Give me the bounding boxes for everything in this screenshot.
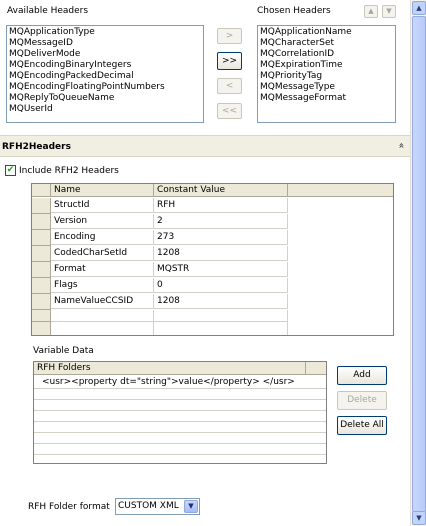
list-item[interactable]: MQExpirationTime: [260, 60, 393, 71]
list-item[interactable]: MQDeliverMode: [9, 49, 201, 60]
list-item[interactable]: MQMessageFormat: [260, 93, 393, 104]
include-rfh2-checkbox[interactable]: ✔: [5, 165, 16, 176]
include-rfh2-label: Include RFH2 Headers: [19, 166, 119, 176]
table-cell-value[interactable]: 1208: [154, 294, 288, 309]
table-cell-name[interactable]: Flags: [51, 278, 154, 293]
list-item[interactable]: MQMessageID: [9, 38, 201, 49]
move-up-icon[interactable]: ▲: [364, 5, 378, 18]
table-cell-name[interactable]: [51, 322, 154, 335]
chosen-headers-label: Chosen Headers: [257, 6, 331, 16]
table-cell-value[interactable]: 273: [154, 230, 288, 245]
available-headers-label: Available Headers: [7, 6, 89, 16]
rfh2-fields-table[interactable]: Name Constant Value StructId RFH Version…: [31, 183, 394, 336]
table-row[interactable]: [34, 389, 326, 400]
list-item[interactable]: MQReplyToQueueName: [9, 93, 201, 104]
list-item[interactable]: MQCharacterSet: [260, 38, 393, 49]
table-row[interactable]: [34, 455, 326, 463]
list-item[interactable]: MQUserId: [9, 104, 201, 115]
list-item[interactable]: MQPriorityTag: [260, 71, 393, 82]
move-down-icon[interactable]: ▼: [382, 5, 396, 18]
move-all-right-button[interactable]: >>: [217, 52, 242, 70]
rfh-folder-format-select[interactable]: CUSTOM XML ▼: [115, 498, 200, 515]
table-cell-name[interactable]: [51, 310, 154, 322]
column-header-filler: [288, 184, 393, 197]
table-row[interactable]: [34, 422, 326, 433]
row-header[interactable]: [32, 310, 51, 322]
section-title: RFH2Headers: [2, 142, 71, 152]
column-header-rfh-folders[interactable]: RFH Folders: [34, 362, 306, 375]
column-header-constant-value[interactable]: Constant Value: [154, 184, 288, 197]
table-cell-value[interactable]: 2: [154, 214, 288, 229]
table-cell-name[interactable]: Version: [51, 214, 154, 229]
variable-data-label: Variable Data: [33, 346, 94, 356]
chevron-double-up-icon[interactable]: «: [395, 142, 406, 148]
table-cell-name[interactable]: NameValueCCSID: [51, 294, 154, 309]
list-item[interactable]: MQApplicationName: [260, 27, 393, 38]
rfh-folder-format-value: CUSTOM XML: [118, 501, 179, 511]
column-header-filler: [306, 362, 326, 375]
move-left-button[interactable]: <: [217, 78, 242, 94]
vertical-scrollbar[interactable]: ▲ ▼: [410, 0, 426, 526]
column-header-name[interactable]: Name: [51, 184, 154, 197]
list-item[interactable]: MQEncodingPackedDecimal: [9, 71, 201, 82]
table-row[interactable]: [34, 444, 326, 455]
table-cell-value[interactable]: RFH: [154, 198, 288, 213]
row-header[interactable]: [32, 246, 51, 262]
table-row[interactable]: [34, 400, 326, 411]
scroll-down-icon[interactable]: ▼: [412, 511, 426, 525]
delete-button[interactable]: Delete: [337, 391, 387, 410]
table-cell-name[interactable]: StructId: [51, 198, 154, 213]
row-header[interactable]: [32, 230, 51, 246]
table-cell-value[interactable]: 1208: [154, 246, 288, 261]
row-header[interactable]: [32, 294, 51, 310]
chevron-down-icon[interactable]: ▼: [184, 500, 198, 513]
list-item[interactable]: MQCorrelationID: [260, 49, 393, 60]
table-cell-value[interactable]: MQSTR: [154, 262, 288, 277]
table-row[interactable]: <usr><property dt="string">value</proper…: [34, 376, 326, 389]
list-item[interactable]: MQMessageType: [260, 82, 393, 93]
rfh-folders-table[interactable]: RFH Folders <usr><property dt="string">v…: [33, 361, 327, 464]
table-row[interactable]: [34, 433, 326, 444]
chosen-headers-list[interactable]: MQApplicationName MQCharacterSet MQCorre…: [257, 25, 396, 123]
row-header[interactable]: [32, 214, 51, 230]
row-header[interactable]: [32, 198, 51, 214]
scrollbar-thumb[interactable]: [412, 16, 426, 512]
table-cell-value[interactable]: 0: [154, 278, 288, 293]
add-button[interactable]: Add: [337, 366, 387, 385]
row-header[interactable]: [32, 262, 51, 278]
available-headers-list[interactable]: MQApplicationType MQMessageID MQDeliverM…: [6, 25, 204, 123]
list-item[interactable]: MQEncodingBinaryIntegers: [9, 60, 201, 71]
table-cell-name[interactable]: CodedCharSetId: [51, 246, 154, 261]
rfh-folder-format-label: RFH Folder format: [28, 502, 110, 512]
rfh2-section-header[interactable]: RFH2Headers «: [0, 135, 410, 157]
table-cell-value[interactable]: [154, 310, 288, 322]
table-cell-name[interactable]: Encoding: [51, 230, 154, 245]
list-item[interactable]: MQEncodingFloatingPointNumbers: [9, 82, 201, 93]
table-cell-value[interactable]: [154, 322, 288, 335]
move-right-button[interactable]: >: [217, 28, 242, 44]
row-header[interactable]: [32, 322, 51, 335]
move-all-left-button[interactable]: <<: [217, 103, 242, 119]
delete-all-button[interactable]: Delete All: [337, 416, 387, 435]
table-row[interactable]: [34, 411, 326, 422]
table-cell-name[interactable]: Format: [51, 262, 154, 277]
row-header-corner: [32, 184, 51, 197]
list-item[interactable]: MQApplicationType: [9, 27, 201, 38]
row-header[interactable]: [32, 278, 51, 294]
scroll-up-icon[interactable]: ▲: [412, 1, 426, 15]
